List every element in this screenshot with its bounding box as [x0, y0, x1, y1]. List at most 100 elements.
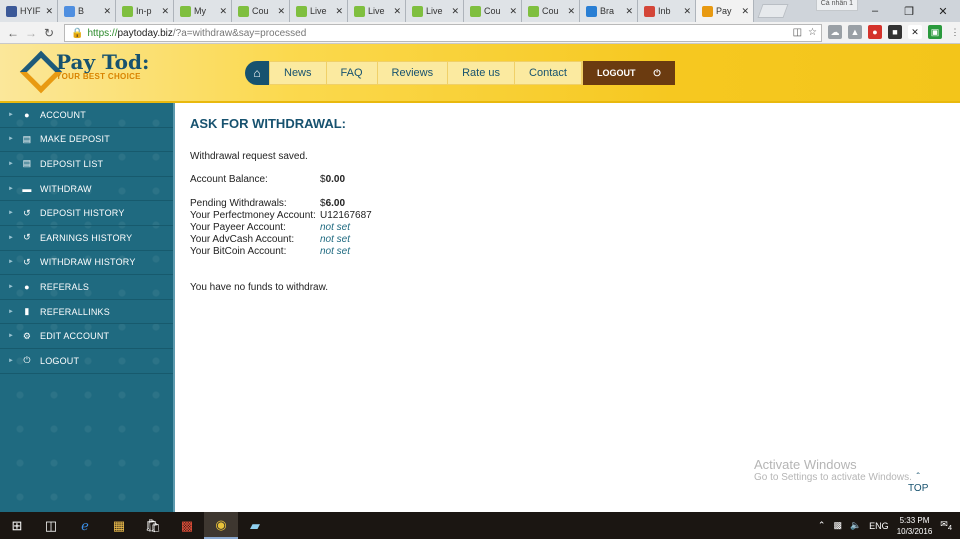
nav-link[interactable]: News: [270, 62, 327, 84]
arrow-right-icon: ►: [8, 234, 15, 241]
tab-close-icon[interactable]: ✕: [683, 6, 691, 17]
tab-close-icon[interactable]: ✕: [393, 6, 401, 17]
browser-tab[interactable]: In-p ✕: [116, 0, 174, 22]
sidebar-item[interactable]: ► ▤ MAKE DEPOSIT: [0, 128, 173, 153]
nav-link[interactable]: FAQ: [327, 62, 378, 84]
browser-tab[interactable]: B ✕: [58, 0, 116, 22]
back-to-top-link[interactable]: ˆ TOP: [908, 472, 928, 494]
browser-tab[interactable]: HYIF ✕: [0, 0, 58, 22]
browser-tab[interactable]: Cou ✕: [464, 0, 522, 22]
tab-close-icon[interactable]: ✕: [567, 6, 575, 17]
page-title: ASK FOR WITHDRAWAL:: [190, 116, 346, 131]
tab-close-icon[interactable]: ✕: [335, 6, 343, 17]
card-icon: ▬: [22, 183, 32, 194]
arrow-right-icon: ►: [8, 136, 15, 143]
main-content: ASK FOR WITHDRAWAL: Withdrawal request s…: [190, 116, 930, 305]
minimize-icon[interactable]: –: [858, 5, 892, 17]
nav-links: News FAQ Reviews Rate us Contact: [269, 61, 583, 85]
sidebar-item-label: DEPOSIT HISTORY: [40, 208, 125, 219]
adblock-icon[interactable]: ●: [868, 25, 882, 39]
back-icon[interactable]: ←: [4, 26, 22, 40]
translate-icon[interactable]: ◫: [793, 27, 802, 38]
logout-button[interactable]: LOGOUT ⏻: [582, 61, 675, 85]
app-icon[interactable]: ▩: [170, 512, 204, 539]
tab-close-icon[interactable]: ✕: [45, 6, 53, 17]
extension-shield-icon[interactable]: ▲: [848, 25, 862, 39]
extension-green-icon[interactable]: ▣: [928, 25, 942, 39]
file-explorer-icon[interactable]: ▦: [102, 512, 136, 539]
tab-close-icon[interactable]: ✕: [741, 6, 749, 17]
clock[interactable]: 5:33 PM 10/3/2016: [897, 515, 933, 537]
browser-tab[interactable]: Live ✕: [290, 0, 348, 22]
tab-title: HYIF: [20, 6, 41, 16]
edge-icon[interactable]: ℯ: [68, 512, 102, 539]
chevron-up-tray-icon[interactable]: ⌃: [818, 520, 826, 531]
extension-store-icon[interactable]: ■: [888, 25, 902, 39]
tab-title: Cou: [542, 6, 559, 16]
payeer-row: Your Payeer Account: not set: [190, 222, 930, 234]
home-icon[interactable]: ⌂: [245, 61, 269, 85]
sidebar-item[interactable]: ► ▬ WITHDRAW: [0, 177, 173, 202]
tab-favicon-icon: [702, 5, 713, 17]
advcash-value: not set: [320, 234, 351, 245]
url-path: /?a=withdraw&say=processed: [172, 27, 307, 39]
forward-icon[interactable]: →: [22, 26, 40, 40]
browser-tab[interactable]: Cou ✕: [232, 0, 290, 22]
nav-link[interactable]: Rate us: [448, 62, 516, 84]
browser-tab[interactable]: Inb ✕: [638, 0, 696, 22]
tab-title: Inb: [658, 6, 671, 16]
extension-x-icon[interactable]: ✕: [908, 25, 922, 39]
close-icon[interactable]: ✕: [926, 5, 960, 18]
sidebar-item[interactable]: ► ▤ DEPOSIT LIST: [0, 152, 173, 177]
tab-close-icon[interactable]: ✕: [625, 6, 633, 17]
browser-tab[interactable]: Cou ✕: [522, 0, 580, 22]
store-icon[interactable]: 🛍: [136, 512, 170, 539]
browser-tab[interactable]: My ✕: [174, 0, 232, 22]
app-notepad-icon[interactable]: ▰: [238, 512, 272, 539]
reload-icon[interactable]: ↻: [40, 26, 58, 40]
browser-tab[interactable]: Pay ✕: [696, 0, 754, 22]
tab-title: My: [194, 6, 206, 16]
extension-cloud-icon[interactable]: ☁: [828, 25, 842, 39]
sidebar-item[interactable]: ► ▮ REFERALLINKS: [0, 300, 173, 325]
sidebar-item[interactable]: ► ↺ DEPOSIT HISTORY: [0, 201, 173, 226]
task-view-icon[interactable]: ◫: [34, 512, 68, 539]
sidebar-item[interactable]: ► ⏻ LOGOUT: [0, 349, 173, 374]
windows-start-icon[interactable]: ⊞: [0, 512, 34, 539]
language-indicator[interactable]: ENG: [869, 521, 889, 531]
tab-close-icon[interactable]: ✕: [277, 6, 285, 17]
tab-close-icon[interactable]: ✕: [103, 6, 111, 17]
history-icon: ↺: [23, 232, 31, 243]
pending-value: $6.00: [320, 198, 346, 209]
tab-title: Cou: [252, 6, 269, 16]
tab-close-icon[interactable]: ✕: [219, 6, 227, 17]
sidebar-item[interactable]: ► ● ACCOUNT: [0, 103, 173, 128]
browser-tab[interactable]: Bra ✕: [580, 0, 638, 22]
sidebar-item[interactable]: ► ↺ WITHDRAW HISTORY: [0, 251, 173, 276]
sidebar-item[interactable]: ► ↺ EARNINGS HISTORY: [0, 226, 173, 251]
menu-icon[interactable]: ⋮: [948, 25, 960, 39]
url-host: paytoday.biz: [117, 27, 173, 39]
address-bar[interactable]: 🔒 https://paytoday.biz/?a=withdraw&say=p…: [64, 24, 822, 42]
tab-close-icon[interactable]: ✕: [161, 6, 169, 17]
balance-label: Account Balance:: [190, 174, 268, 185]
chrome-taskbar-icon[interactable]: ◉: [204, 512, 238, 539]
restore-icon[interactable]: ❐: [892, 5, 926, 18]
tab-favicon-icon: [180, 5, 191, 17]
tab-close-icon[interactable]: ✕: [451, 6, 459, 17]
nav-link[interactable]: Contact: [515, 62, 582, 84]
star-icon[interactable]: ☆: [808, 27, 817, 38]
notifications-icon[interactable]: ✉4: [940, 519, 952, 532]
profile-badge[interactable]: Cá nhân 1: [815, 0, 858, 11]
network-icon[interactable]: ▩: [833, 520, 842, 531]
nav-link[interactable]: Reviews: [378, 62, 449, 84]
tab-favicon-icon: [6, 5, 17, 17]
sidebar-item[interactable]: ► ⚙ EDIT ACCOUNT: [0, 324, 173, 349]
volume-icon[interactable]: 🔈: [850, 520, 861, 531]
sidebar-item[interactable]: ► ● REFERALS: [0, 275, 173, 300]
browser-tab[interactable]: Live ✕: [406, 0, 464, 22]
tab-close-icon[interactable]: ✕: [509, 6, 517, 17]
site-logo[interactable]: Pay Tod: YOUR BEST CHOICE: [22, 52, 149, 81]
browser-tab[interactable]: Live ✕: [348, 0, 406, 22]
new-tab-button[interactable]: [757, 4, 789, 18]
